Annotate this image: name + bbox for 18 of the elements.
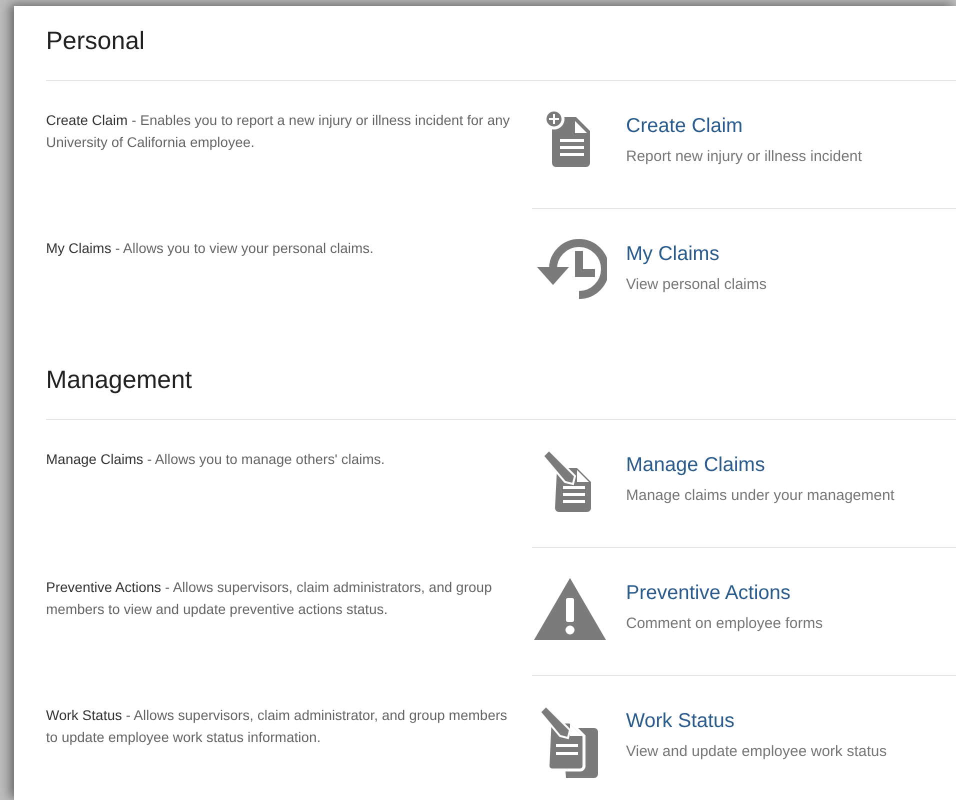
feature-description: My Claims - Allows you to view your personal claims. — [46, 239, 375, 258]
feature-link[interactable]: Work Status — [626, 708, 735, 734]
feature-link[interactable]: Manage Claims — [626, 452, 765, 478]
section-heading: Personal — [46, 26, 145, 57]
feature-subtitle: Manage claims under your management — [626, 486, 894, 506]
feature-link[interactable]: Preventive Actions — [626, 580, 791, 606]
feature-link[interactable]: Create Claim — [626, 113, 743, 139]
feature-subtitle: View personal claims — [626, 275, 767, 295]
feature-description: Create Claim - Enables you to report a new injury or illness incident for any University of California employee. — [46, 111, 511, 152]
warning-icon — [532, 576, 608, 642]
section-heading: Management — [46, 365, 192, 396]
feature-description: Work Status - Allows supervisors, claim administrator, and group members to update employee work status information. — [46, 706, 508, 747]
feature-subtitle: Comment on employee forms — [626, 614, 823, 634]
feature-description: Preventive Actions - Allows supervisors, claim administrators, and group members to view and update preventive actions status. — [46, 578, 493, 619]
feature-description: Manage Claims - Allows you to manage others' claims. — [46, 450, 386, 469]
feature-subtitle: Report new injury or illness incident — [626, 147, 862, 167]
feature-link[interactable]: My Claims — [626, 241, 720, 267]
feature-subtitle: View and update employee work status — [626, 742, 887, 762]
